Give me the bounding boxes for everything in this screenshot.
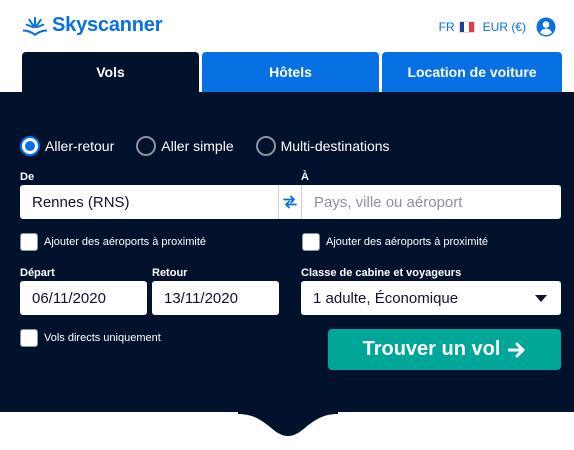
depart-date-input[interactable]: 06/11/2020 <box>20 281 147 315</box>
radio-round-trip-label: Aller-retour <box>45 138 115 154</box>
header-settings: FR EUR (€) <box>439 17 556 37</box>
from-nearby-checkbox-box[interactable] <box>20 233 38 251</box>
arrow-right-icon <box>508 342 525 357</box>
panel-pointer <box>238 411 338 436</box>
search-flights-button[interactable]: Trouver un vol <box>328 329 561 370</box>
to-nearby-label: Ajouter des aéroports à proximité <box>326 236 489 248</box>
search-flights-label: Trouver un vol <box>362 338 501 360</box>
radio-round-trip-indicator[interactable] <box>20 136 40 156</box>
tab-car-hire[interactable]: Location de voiture <box>382 52 562 92</box>
language-selector[interactable]: FR <box>439 20 455 34</box>
cabin-travellers-select[interactable]: 1 adulte, Économique <box>301 281 561 315</box>
from-nearby-airports-checkbox[interactable]: Ajouter des aéroports à proximité <box>20 233 206 251</box>
from-input[interactable]: Rennes (RNS) <box>20 185 279 219</box>
skyscanner-logo[interactable]: Skyscanner <box>22 14 162 37</box>
radio-multi-city[interactable]: Multi-destinations <box>255 136 390 156</box>
direct-flights-label: Vols directs uniquement <box>44 332 161 344</box>
sunrise-icon <box>23 16 47 36</box>
to-label: À <box>301 171 309 183</box>
from-label: De <box>20 171 35 183</box>
french-flag-icon[interactable] <box>458 21 475 33</box>
swap-airports-button[interactable] <box>278 185 302 219</box>
radio-one-way-label: Aller simple <box>161 138 234 154</box>
product-tabs: Vols Hôtels Location de voiture <box>22 52 562 92</box>
radio-one-way-indicator[interactable] <box>136 136 157 156</box>
radio-round-trip[interactable]: Aller-retour <box>20 136 114 156</box>
to-nearby-airports-checkbox[interactable]: Ajouter des aéroports à proximité <box>302 233 488 251</box>
tab-flights[interactable]: Vols <box>22 52 199 92</box>
to-input[interactable]: Pays, ville ou aéroport <box>302 185 561 219</box>
brand-name: Skyscanner <box>52 14 163 36</box>
swap-arrows-icon <box>283 195 297 209</box>
chevron-down-icon <box>535 295 547 302</box>
return-date-input[interactable]: 13/11/2020 <box>152 281 279 315</box>
direct-flights-checkbox-box[interactable] <box>20 329 38 347</box>
tab-hotels[interactable]: Hôtels <box>202 52 379 92</box>
user-account-icon[interactable] <box>536 17 556 37</box>
radio-multi-city-indicator[interactable] <box>255 136 276 156</box>
depart-label: Départ <box>20 267 55 279</box>
header: Skyscanner FR EUR (€) <box>0 0 574 52</box>
cabin-label: Classe de cabine et voyageurs <box>301 267 462 279</box>
direct-flights-checkbox[interactable]: Vols directs uniquement <box>20 329 161 347</box>
cabin-travellers-value: 1 adulte, Économique <box>313 289 459 307</box>
radio-multi-city-label: Multi-destinations <box>280 138 390 154</box>
from-nearby-label: Ajouter des aéroports à proximité <box>44 236 207 248</box>
trip-type-group: Aller-retour Aller simple Multi-destinat… <box>20 136 412 156</box>
to-nearby-checkbox-box[interactable] <box>302 233 320 251</box>
currency-selector[interactable]: EUR (€) <box>483 20 526 34</box>
radio-one-way[interactable]: Aller simple <box>136 136 234 156</box>
return-label: Retour <box>152 267 188 279</box>
